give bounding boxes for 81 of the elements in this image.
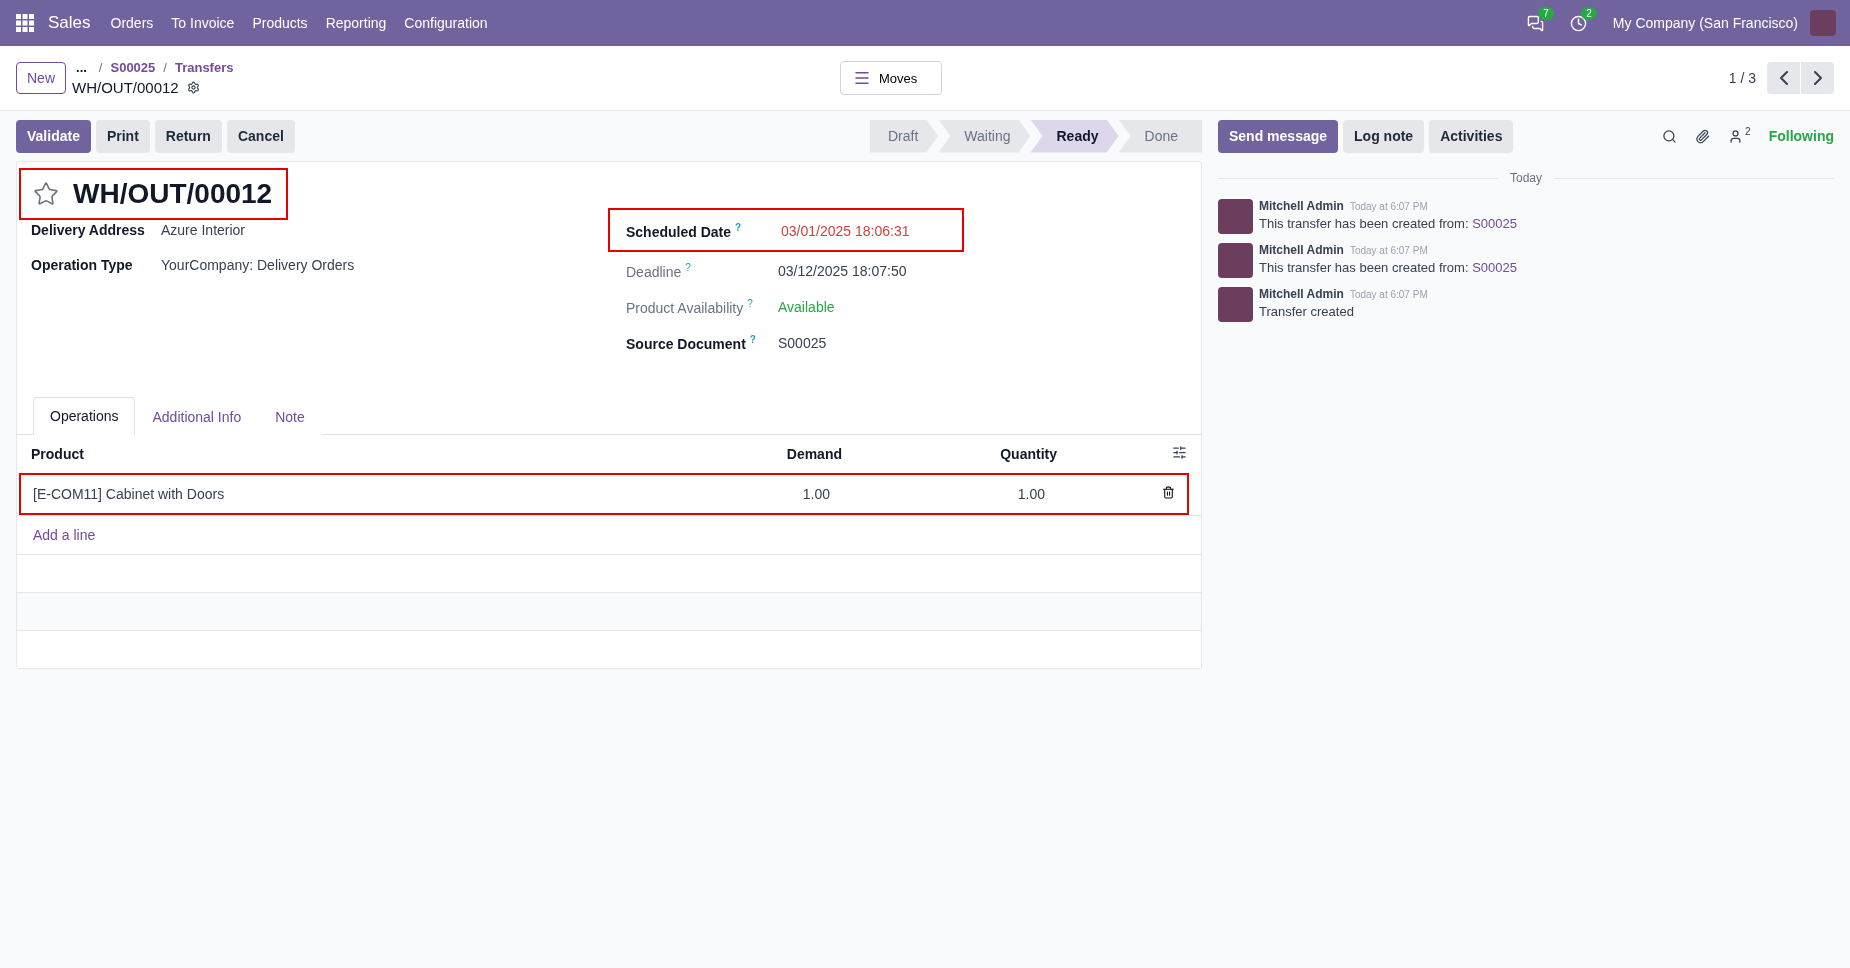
field-value: 03/12/2025 18:07:50 — [778, 263, 907, 279]
column-header[interactable]: Demand — [642, 446, 842, 462]
app-name[interactable]: Sales — [48, 13, 91, 33]
field-label: Product Availability $^{?}$ — [626, 298, 754, 316]
field-label: Delivery Address — [31, 222, 146, 238]
field-value[interactable]: Azure Interior — [161, 222, 246, 238]
gear-icon[interactable] — [186, 81, 200, 94]
action-button[interactable]: Return — [154, 119, 222, 153]
new-button[interactable]: New — [16, 62, 66, 94]
author-avatar — [1218, 287, 1253, 322]
table-cell-text: 1.00 — [1016, 486, 1045, 502]
menu-item[interactable]: Orders — [110, 15, 154, 31]
count-badge: 7 — [1538, 6, 1554, 20]
next-button[interactable] — [1801, 62, 1834, 94]
action-button[interactable]: Validate — [16, 119, 91, 153]
date-separator: Today — [1510, 171, 1542, 185]
author-name: Mitchell Admin — [1259, 199, 1344, 213]
menu-item[interactable]: Products — [252, 15, 308, 31]
status-stage[interactable]: Done — [1118, 119, 1202, 153]
author-name: Mitchell Admin — [1259, 287, 1344, 301]
menu-item[interactable]: Configuration — [404, 15, 488, 31]
more-breadcrumbs-button[interactable]: ... — [72, 60, 91, 75]
trash-icon[interactable] — [1162, 486, 1175, 499]
record-link[interactable]: S00025 — [1472, 216, 1517, 231]
chat-icon[interactable] — [1526, 14, 1544, 32]
chatter-button[interactable]: Send message — [1218, 119, 1339, 153]
paperclip-icon[interactable] — [1695, 128, 1711, 144]
add-line-link[interactable]: Add a line — [33, 527, 96, 543]
status-stage[interactable]: Draft — [870, 119, 939, 153]
follower-count: 2 — [1745, 125, 1751, 137]
field-label: Scheduled Date $^{?}$ — [626, 222, 743, 240]
status-stage[interactable]: Waiting — [938, 119, 1031, 153]
record-title: WH/OUT/00012 — [73, 178, 273, 210]
author-avatar — [1218, 199, 1253, 234]
field-value[interactable]: YourCompany: Delivery Orders — [161, 257, 355, 273]
field-label: Source Document $^{?}$ — [626, 334, 757, 352]
author-avatar — [1218, 243, 1253, 278]
message-text: This transfer has been created from: S00025 — [1259, 216, 1517, 231]
message-time: Today at 6:07 PM — [1349, 245, 1428, 256]
column-header[interactable]: Quantity — [842, 446, 1057, 462]
author-name: Mitchell Admin — [1259, 243, 1344, 257]
moves-button[interactable]: Moves — [839, 61, 943, 95]
menu-item[interactable]: To Invoice — [171, 15, 235, 31]
clock-icon[interactable] — [1569, 14, 1587, 32]
record-name: WH/OUT/00012 — [72, 79, 179, 96]
chevron-right-icon — [1813, 71, 1822, 85]
chatter-button[interactable]: Log note — [1343, 119, 1425, 153]
count-badge: 2 — [1581, 6, 1597, 20]
menu-item[interactable]: Reporting — [325, 15, 387, 31]
breadcrumb-separator: / — [98, 60, 103, 75]
field-label: Deadline $^{?}$ — [626, 262, 692, 280]
menu-icon — [852, 69, 871, 87]
record-link[interactable]: S00025 — [1472, 260, 1517, 275]
action-button[interactable]: Print — [95, 119, 150, 153]
company-name[interactable]: My Company (San Francisco) — [1612, 15, 1798, 31]
chevron-left-icon — [1779, 71, 1788, 85]
sliders-icon[interactable] — [1172, 445, 1187, 460]
field-value[interactable]: S00025 — [778, 335, 827, 351]
table-cell-text: 1.00 — [801, 486, 830, 502]
breadcrumb-link[interactable]: S00025 — [110, 60, 156, 75]
pager-value: 1 / 3 — [1728, 70, 1756, 86]
column-header[interactable]: Product — [31, 446, 642, 462]
chatter-button[interactable]: Activities — [1429, 119, 1514, 153]
message-text: This transfer has been created from: S00025 — [1259, 260, 1517, 275]
tab[interactable]: Operations — [33, 397, 136, 435]
field-value[interactable]: 03/01/2025 18:06:31 — [781, 223, 910, 239]
star-icon[interactable] — [33, 181, 59, 207]
search-icon[interactable] — [1662, 128, 1678, 144]
message-time: Today at 6:07 PM — [1349, 289, 1428, 300]
action-button[interactable]: Cancel — [226, 119, 295, 153]
field-value: Available — [778, 299, 835, 315]
field-label: Operation Type — [31, 257, 134, 273]
previous-button[interactable] — [1767, 62, 1800, 94]
app-grid-icon[interactable] — [16, 14, 34, 32]
breadcrumb-separator: / — [163, 60, 167, 75]
message-text: Transfer created — [1259, 304, 1355, 319]
status-stage[interactable]: Ready — [1030, 119, 1119, 153]
table-cell-text: [E-COM11] Cabinet with Doors — [33, 486, 226, 502]
followers-icon[interactable] — [1728, 128, 1744, 144]
breadcrumb-link[interactable]: Transfers — [174, 60, 234, 75]
message-time: Today at 6:07 PM — [1349, 201, 1428, 212]
